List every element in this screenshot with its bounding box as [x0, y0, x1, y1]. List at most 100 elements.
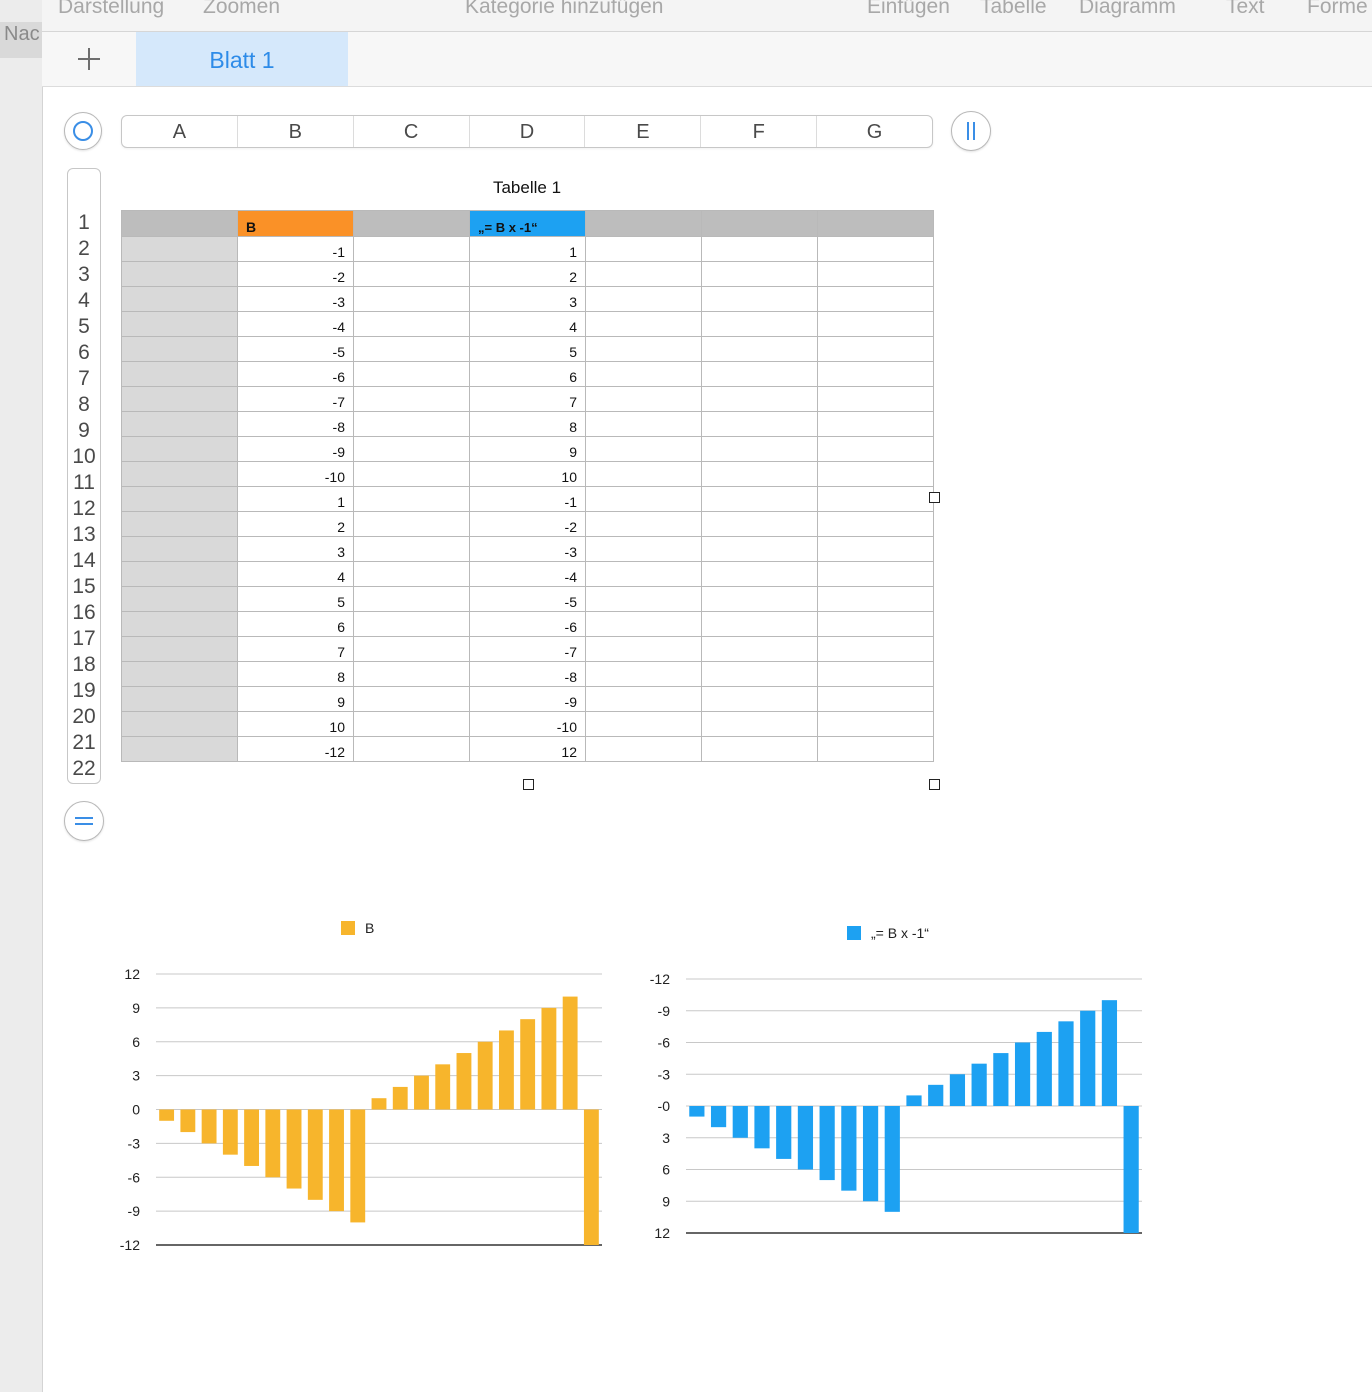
table-cell[interactable] [585, 711, 702, 737]
table-cell[interactable] [121, 286, 238, 312]
table-cell[interactable] [701, 561, 818, 587]
table-cell[interactable] [585, 636, 702, 662]
table-cell[interactable] [701, 461, 818, 487]
table-cell[interactable] [121, 511, 238, 537]
table-cell[interactable] [701, 411, 818, 437]
toolbar-darstellung[interactable]: Darstellung [58, 0, 164, 19]
toolbar-zoomen[interactable]: Zoomen [203, 0, 280, 19]
table-cell[interactable] [121, 236, 238, 262]
table-cell[interactable] [353, 561, 470, 587]
table-cell[interactable] [353, 736, 470, 762]
table-cell[interactable] [817, 486, 934, 512]
table-cell[interactable] [817, 561, 934, 587]
table-cell[interactable] [121, 311, 238, 337]
table-cell[interactable] [817, 461, 934, 487]
header-cell-d[interactable]: „= B x -1“ [469, 210, 586, 237]
cell-d[interactable]: 9 [469, 436, 586, 462]
resize-handle-right[interactable] [929, 492, 940, 503]
toolbar-diagramm[interactable]: Diagramm [1079, 0, 1176, 19]
table-cell[interactable] [817, 261, 934, 287]
table-cell[interactable] [701, 736, 818, 762]
table-cell[interactable] [585, 236, 702, 262]
table-cell[interactable] [817, 711, 934, 737]
cell-d[interactable]: -5 [469, 586, 586, 612]
toolbar-tabelle[interactable]: Tabelle [980, 0, 1047, 19]
cell-b[interactable]: 3 [237, 536, 354, 562]
table-cell[interactable] [353, 311, 470, 337]
cell-d[interactable]: 12 [469, 736, 586, 762]
table-cell[interactable] [701, 586, 818, 612]
table-cell[interactable] [353, 486, 470, 512]
table-cell[interactable] [353, 286, 470, 312]
table-cell[interactable] [817, 636, 934, 662]
table-cell[interactable] [701, 636, 818, 662]
table-cell[interactable] [817, 411, 934, 437]
table-cell[interactable] [353, 411, 470, 437]
table-cell[interactable] [585, 336, 702, 362]
select-table-button[interactable] [64, 112, 102, 150]
cell-d[interactable]: 2 [469, 261, 586, 287]
column-header-c[interactable]: C [354, 116, 470, 147]
column-header-a[interactable]: A [122, 116, 238, 147]
table-cell[interactable] [353, 511, 470, 537]
toolbar-kategorie-hinzufuegen[interactable]: Kategorie hinzufügen [465, 0, 664, 19]
cell-d[interactable]: -4 [469, 561, 586, 587]
table-cell[interactable] [121, 436, 238, 462]
cell-b[interactable]: 4 [237, 561, 354, 587]
table-cell[interactable] [701, 311, 818, 337]
table-cell[interactable] [353, 236, 470, 262]
cell-b[interactable]: -2 [237, 261, 354, 287]
table-cell[interactable] [121, 661, 238, 687]
column-header-e[interactable]: E [585, 116, 702, 147]
cell-b[interactable]: -4 [237, 311, 354, 337]
toolbar-einfuegen[interactable]: Einfügen [867, 0, 950, 19]
cell-b[interactable]: -10 [237, 461, 354, 487]
table-cell[interactable] [585, 261, 702, 287]
table-cell[interactable] [585, 311, 702, 337]
cell-b[interactable]: 2 [237, 511, 354, 537]
tab-blatt-1[interactable]: Blatt 1 [136, 32, 348, 86]
toolbar-text[interactable]: Text [1226, 0, 1265, 19]
table-cell[interactable] [701, 486, 818, 512]
table-cell[interactable] [353, 386, 470, 412]
column-header-f[interactable]: F [701, 116, 818, 147]
table-cell[interactable] [817, 336, 934, 362]
table-cell[interactable] [701, 436, 818, 462]
resize-handle-bottom[interactable] [523, 779, 534, 790]
table-cell[interactable] [121, 461, 238, 487]
table-cell[interactable] [353, 611, 470, 637]
row-header[interactable]: 11 [68, 471, 100, 495]
cell-d[interactable]: -8 [469, 661, 586, 687]
cell-b[interactable]: 10 [237, 711, 354, 737]
table-cell[interactable] [701, 210, 818, 237]
resize-handle-corner[interactable] [929, 779, 940, 790]
row-header[interactable]: 16 [68, 601, 100, 625]
cell-b[interactable]: 1 [237, 486, 354, 512]
cell-d[interactable]: 7 [469, 386, 586, 412]
cell-d[interactable]: 3 [469, 286, 586, 312]
cell-b[interactable]: 9 [237, 686, 354, 712]
cell-d[interactable]: -2 [469, 511, 586, 537]
table-cell[interactable] [817, 661, 934, 687]
cell-b[interactable]: -5 [237, 336, 354, 362]
header-cell-b[interactable]: B [237, 210, 354, 237]
table-cell[interactable] [585, 210, 702, 237]
cell-d[interactable]: 5 [469, 336, 586, 362]
table-cell[interactable] [121, 636, 238, 662]
row-header[interactable]: 20 [68, 705, 100, 729]
table-cell[interactable] [701, 386, 818, 412]
table-cell[interactable] [585, 386, 702, 412]
table-cell[interactable] [353, 711, 470, 737]
table-cell[interactable] [585, 686, 702, 712]
table-cell[interactable] [585, 661, 702, 687]
table-cell[interactable] [817, 210, 934, 237]
cell-b[interactable]: 6 [237, 611, 354, 637]
row-header[interactable]: 14 [68, 549, 100, 573]
table-cell[interactable] [353, 436, 470, 462]
table-cell[interactable] [585, 286, 702, 312]
table-cell[interactable] [121, 686, 238, 712]
column-header-d[interactable]: D [470, 116, 586, 147]
table-cell[interactable] [353, 261, 470, 287]
table-cell[interactable] [121, 736, 238, 762]
row-header[interactable]: 5 [68, 315, 100, 339]
